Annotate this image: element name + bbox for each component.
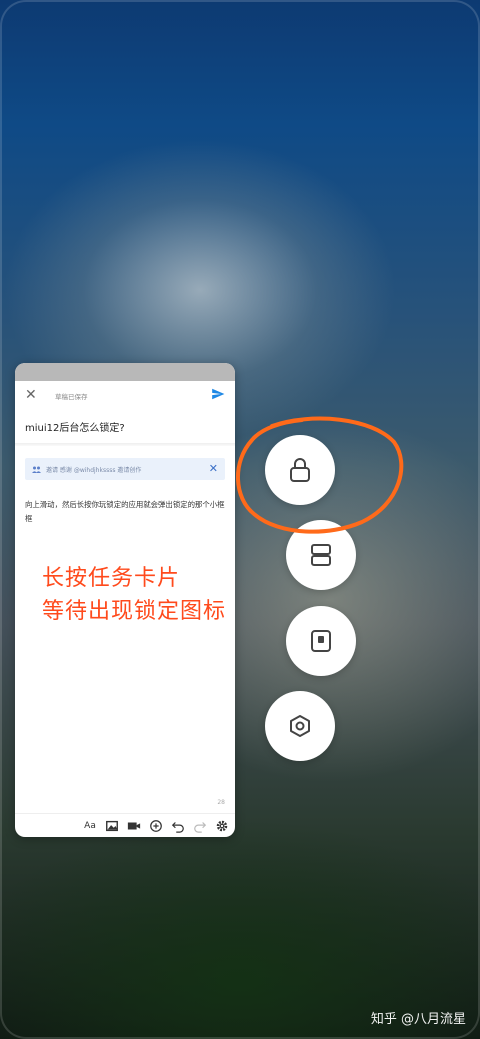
close-icon[interactable]: ✕: [209, 462, 218, 475]
small-window-icon: [311, 630, 331, 652]
invite-text: 邀请 感谢 @wihdjhkssss 邀请创作: [46, 466, 142, 474]
answer-body[interactable]: 向上滑动，然后长按你玩锁定的应用就会弹出锁定的那个小框框: [15, 480, 235, 526]
annotation-line-2: 等待出现锁定图标: [42, 599, 227, 624]
text-format-icon[interactable]: Aa: [83, 819, 97, 833]
send-icon[interactable]: [211, 387, 225, 401]
settings-hexagon-icon: [290, 715, 310, 737]
card-top-bar: [15, 363, 235, 381]
undo-icon[interactable]: [171, 819, 185, 833]
small-window-button[interactable]: [286, 606, 356, 676]
draft-status: 草稿已保存: [55, 393, 88, 401]
redo-icon[interactable]: [193, 819, 207, 833]
settings-button[interactable]: [265, 691, 335, 761]
lock-button[interactable]: [265, 435, 335, 505]
invite-banner: 邀请 感谢 @wihdjhkssss 邀请创作 ✕: [25, 458, 225, 480]
video-icon[interactable]: [127, 819, 141, 833]
divider: [15, 443, 235, 446]
split-screen-icon: [311, 544, 331, 566]
watermark: 知乎 @八月流星: [370, 1012, 466, 1027]
split-screen-button[interactable]: [286, 520, 356, 590]
question-title: miui12后台怎么锁定?: [25, 423, 125, 434]
char-count: 28: [217, 799, 225, 806]
people-icon: [32, 466, 41, 473]
gear-icon[interactable]: [215, 819, 229, 833]
image-icon[interactable]: [105, 819, 119, 833]
add-icon[interactable]: [149, 819, 163, 833]
editor-header: ✕ 草稿已保存: [15, 381, 235, 411]
close-icon[interactable]: ✕: [25, 387, 37, 403]
lock-icon: [290, 458, 310, 482]
annotation-line-1: 长按任务卡片: [42, 566, 181, 591]
editor-toolbar: Aa: [15, 813, 235, 837]
